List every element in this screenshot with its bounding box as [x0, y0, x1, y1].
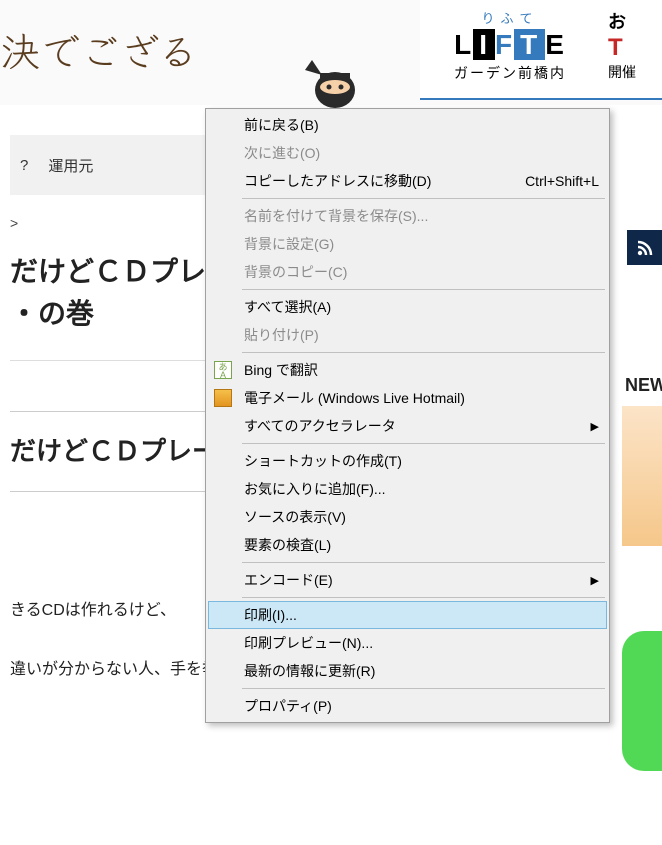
- bing-icon: あA: [214, 361, 232, 379]
- menu-view-source[interactable]: ソースの表示(V): [208, 503, 607, 531]
- menu-print-preview[interactable]: 印刷プレビュー(N)...: [208, 629, 607, 657]
- menu-add-favorites[interactable]: お気に入りに追加(F)...: [208, 475, 607, 503]
- menu-paste: 貼り付け(P): [208, 321, 607, 349]
- new-label: NEW: [617, 375, 662, 396]
- ad-banner[interactable]: りふて LIFTE ガーデン前橋内 お T 開催: [420, 0, 662, 100]
- rss-button[interactable]: [627, 230, 662, 265]
- menu-separator: [242, 289, 605, 290]
- menu-inspect-element[interactable]: 要素の検査(L): [208, 531, 607, 559]
- rss-icon: [636, 239, 654, 257]
- menu-print[interactable]: 印刷(I)...: [208, 601, 607, 629]
- ad-kana: りふて: [428, 8, 592, 27]
- menu-encoding[interactable]: エンコード(E) ▶: [208, 566, 607, 594]
- context-menu: 前に戻る(B) 次に進む(O) コピーしたアドレスに移動(D) Ctrl+Shi…: [205, 108, 610, 723]
- menu-shortcut: Ctrl+Shift+L: [495, 173, 599, 189]
- menu-separator: [242, 688, 605, 689]
- sidebar: NEW: [617, 230, 662, 771]
- menu-copy-bg: 背景のコピー(C): [208, 258, 607, 286]
- mail-icon: [214, 389, 232, 407]
- submenu-arrow-icon: ▶: [591, 574, 599, 587]
- site-logo-text: 決でござる: [0, 0, 198, 105]
- sidebar-thumbnail-1[interactable]: [622, 406, 662, 546]
- menu-separator: [242, 597, 605, 598]
- menu-separator: [242, 352, 605, 353]
- ad-right: お T 開催: [600, 0, 644, 98]
- menu-separator: [242, 443, 605, 444]
- menu-properties[interactable]: プロパティ(P): [208, 692, 607, 720]
- menu-save-bg: 名前を付けて背景を保存(S)...: [208, 202, 607, 230]
- menu-email[interactable]: 電子メール (Windows Live Hotmail): [208, 384, 607, 412]
- menu-goto-copied[interactable]: コピーしたアドレスに移動(D) Ctrl+Shift+L: [208, 167, 607, 195]
- sidebar-thumbnail-2[interactable]: [622, 631, 662, 771]
- menu-set-bg: 背景に設定(G): [208, 230, 607, 258]
- ad-subtitle: ガーデン前橋内: [428, 63, 592, 83]
- menu-separator: [242, 562, 605, 563]
- menu-bing-translate[interactable]: あA Bing で翻訳: [208, 356, 607, 384]
- page-header: 決でござる りふて LIFTE ガーデン前橋内 お T 開催: [0, 0, 662, 105]
- menu-separator: [242, 198, 605, 199]
- menu-all-accelerators[interactable]: すべてのアクセラレータ ▶: [208, 412, 607, 440]
- ad-logo: LIFTE: [428, 29, 592, 61]
- menu-create-shortcut[interactable]: ショートカットの作成(T): [208, 447, 607, 475]
- menu-forward: 次に進む(O): [208, 139, 607, 167]
- menu-back[interactable]: 前に戻る(B): [208, 111, 607, 139]
- ad-left: りふて LIFTE ガーデン前橋内: [420, 0, 600, 98]
- nav-help[interactable]: ?: [20, 157, 28, 174]
- nav-operator[interactable]: 運用元: [48, 155, 93, 176]
- menu-select-all[interactable]: すべて選択(A): [208, 293, 607, 321]
- menu-refresh[interactable]: 最新の情報に更新(R): [208, 657, 607, 685]
- ninja-icon: [300, 45, 370, 105]
- submenu-arrow-icon: ▶: [591, 420, 599, 433]
